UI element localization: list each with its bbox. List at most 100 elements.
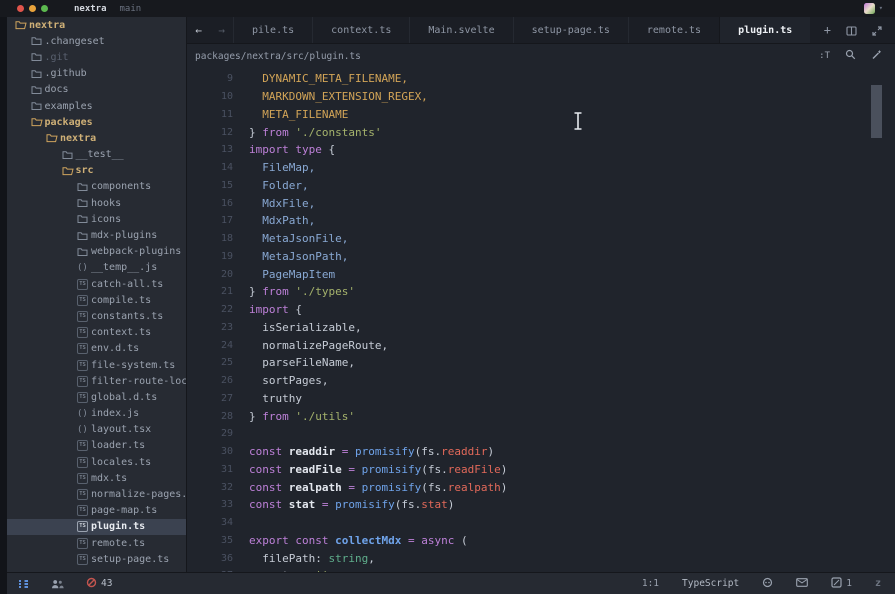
z-icon[interactable]: z xyxy=(875,578,881,589)
ts-file-icon: TS xyxy=(77,327,91,338)
tree-item-docs[interactable]: docs xyxy=(7,82,186,98)
tree-item-icons[interactable]: icons xyxy=(7,211,186,227)
folder-open-icon xyxy=(31,117,45,127)
ts-file-icon: TS xyxy=(77,473,91,484)
tree-item-.changeset[interactable]: .changeset xyxy=(7,33,186,49)
inlay-hints-toggle[interactable]: :T xyxy=(819,51,830,61)
language-selector[interactable]: TypeScript xyxy=(682,578,739,589)
tree-item-global.d.ts[interactable]: TSglobal.d.ts xyxy=(7,389,186,405)
line-number: 10 xyxy=(187,91,233,102)
copilot-icon[interactable] xyxy=(762,577,773,591)
tree-item-packages[interactable]: packages xyxy=(7,114,186,130)
folder-icon xyxy=(77,182,91,192)
code-line-16: 16 MdxFile, xyxy=(187,194,895,212)
code-line-12: 12} from './constants' xyxy=(187,123,895,141)
tree-item-file-system.ts[interactable]: TSfile-system.ts xyxy=(7,357,186,373)
tab-bar: ← → pile.tscontext.tsMain.sveltesetup-pa… xyxy=(187,17,895,44)
tab-plugin.ts[interactable]: plugin.ts xyxy=(719,17,810,43)
tree-item-__test__[interactable]: __test__ xyxy=(7,147,186,163)
code-line-10: 10 MARKDOWN_EXTENSION_REGEX, xyxy=(187,88,895,106)
tree-item-filter-route-loca[interactable]: TSfilter-route-loca xyxy=(7,373,186,389)
tree-item-plugin.ts[interactable]: TSplugin.ts xyxy=(7,519,186,535)
tree-item-mdx-plugins[interactable]: mdx-plugins xyxy=(7,227,186,243)
zoom-window-button[interactable] xyxy=(41,5,48,12)
line-number: 26 xyxy=(187,375,233,386)
scrollbar-thumb[interactable] xyxy=(871,85,882,138)
collaboration-people-icon[interactable] xyxy=(51,579,64,589)
code-line-30: 30const readdir = promisify(fs.readdir) xyxy=(187,443,895,461)
chevron-down-icon[interactable]: ▾ xyxy=(879,5,883,12)
code-line-36: 36 filePath: string, xyxy=(187,549,895,567)
tree-item-label: file-system.ts xyxy=(91,360,175,371)
back-icon[interactable]: ← xyxy=(187,17,210,43)
ts-file-icon: TS xyxy=(77,538,91,549)
diagnostics-indicator[interactable]: 43 xyxy=(86,577,112,591)
new-tab-button[interactable]: + xyxy=(824,23,831,37)
line-number: 23 xyxy=(187,322,233,333)
code-line-19: 19 MetaJsonPath, xyxy=(187,248,895,266)
feedback-mail-icon[interactable] xyxy=(796,578,808,590)
tree-item-nextra[interactable]: nextra xyxy=(7,17,186,33)
tree-item-mdx.ts[interactable]: TSmdx.ts xyxy=(7,470,186,486)
panel-toggle-icon[interactable] xyxy=(18,578,29,589)
line-content: MetaJsonPath, xyxy=(233,250,348,263)
tree-item-locales.ts[interactable]: TSlocales.ts xyxy=(7,454,186,470)
folder-icon xyxy=(77,198,91,208)
tab-remote.ts[interactable]: remote.ts xyxy=(628,17,719,43)
tree-item-.git[interactable]: .git xyxy=(7,49,186,65)
expand-icon[interactable] xyxy=(872,21,882,40)
tree-item-layout.tsx[interactable]: ()layout.tsx xyxy=(7,422,186,438)
tree-item-normalize-pages.t[interactable]: TSnormalize-pages.t xyxy=(7,486,186,502)
tree-item-remote.ts[interactable]: TSremote.ts xyxy=(7,535,186,551)
tree-item-catch-all.ts[interactable]: TScatch-all.ts xyxy=(7,276,186,292)
tree-item-page-map.ts[interactable]: TSpage-map.ts xyxy=(7,503,186,519)
tree-item-label: loader.ts xyxy=(91,440,145,451)
tree-item-index.js[interactable]: ()index.js xyxy=(7,406,186,422)
tree-item-nextra[interactable]: nextra xyxy=(7,130,186,146)
tab-Main.svelte[interactable]: Main.svelte xyxy=(409,17,512,43)
search-icon[interactable] xyxy=(845,49,856,63)
tree-item-compile.ts[interactable]: TScompile.ts xyxy=(7,292,186,308)
tree-item-label: plugin.ts xyxy=(91,521,145,532)
status-bar: 43 1:1 TypeScript 1 z xyxy=(7,572,895,594)
forward-icon[interactable]: → xyxy=(210,17,233,43)
tree-item-env.d.ts[interactable]: TSenv.d.ts xyxy=(7,341,186,357)
breadcrumb-bar: packages/nextra/src/plugin.ts :T xyxy=(187,44,895,68)
tree-item-label: constants.ts xyxy=(91,311,163,322)
tree-item-label: index.js xyxy=(91,408,139,419)
ts-file-icon: TS xyxy=(77,343,91,354)
tree-item-webpack-plugins[interactable]: webpack-plugins xyxy=(7,244,186,260)
line-number: 36 xyxy=(187,553,233,564)
tree-item-src[interactable]: src xyxy=(7,163,186,179)
line-number: 35 xyxy=(187,535,233,546)
code-line-31: 31const readFile = promisify(fs.readFile… xyxy=(187,461,895,479)
panel-indicator[interactable]: 1 xyxy=(831,577,852,591)
tree-item-loader.ts[interactable]: TSloader.ts xyxy=(7,438,186,454)
tree-item-context.ts[interactable]: TScontext.ts xyxy=(7,325,186,341)
split-editor-icon[interactable] xyxy=(846,21,857,40)
tab-context.ts[interactable]: context.ts xyxy=(312,17,409,43)
tree-item-components[interactable]: components xyxy=(7,179,186,195)
ts-file-icon: TS xyxy=(77,279,91,290)
magic-wand-icon[interactable] xyxy=(871,49,882,63)
tree-item-examples[interactable]: examples xyxy=(7,98,186,114)
profile-avatar[interactable] xyxy=(864,3,875,14)
code-line-35: 35export const collectMdx = async ( xyxy=(187,532,895,550)
tab-pile.ts[interactable]: pile.ts xyxy=(233,17,312,43)
line-number: 21 xyxy=(187,286,233,297)
tree-item-.github[interactable]: .github xyxy=(7,66,186,82)
tree-item-__temp__.js[interactable]: ()__temp__.js xyxy=(7,260,186,276)
tab-setup-page.ts[interactable]: setup-page.ts xyxy=(513,17,628,43)
tree-item-setup-page.ts[interactable]: TSsetup-page.ts xyxy=(7,551,186,567)
tree-item-hooks[interactable]: hooks xyxy=(7,195,186,211)
tree-item-label: mdx.ts xyxy=(91,473,127,484)
line-content: MdxPath, xyxy=(233,214,315,227)
tree-item-constants.ts[interactable]: TSconstants.ts xyxy=(7,308,186,324)
close-window-button[interactable] xyxy=(17,5,24,12)
error-icon xyxy=(86,577,97,591)
breadcrumb[interactable]: packages/nextra/src/plugin.ts xyxy=(195,51,361,62)
minimize-window-button[interactable] xyxy=(29,5,36,12)
cursor-position[interactable]: 1:1 xyxy=(642,578,659,589)
file-tree: nextra.changeset.git.githubdocsexamplesp… xyxy=(7,17,186,567)
code-editor[interactable]: 9 DYNAMIC_META_FILENAME,10 MARKDOWN_EXTE… xyxy=(187,68,895,574)
